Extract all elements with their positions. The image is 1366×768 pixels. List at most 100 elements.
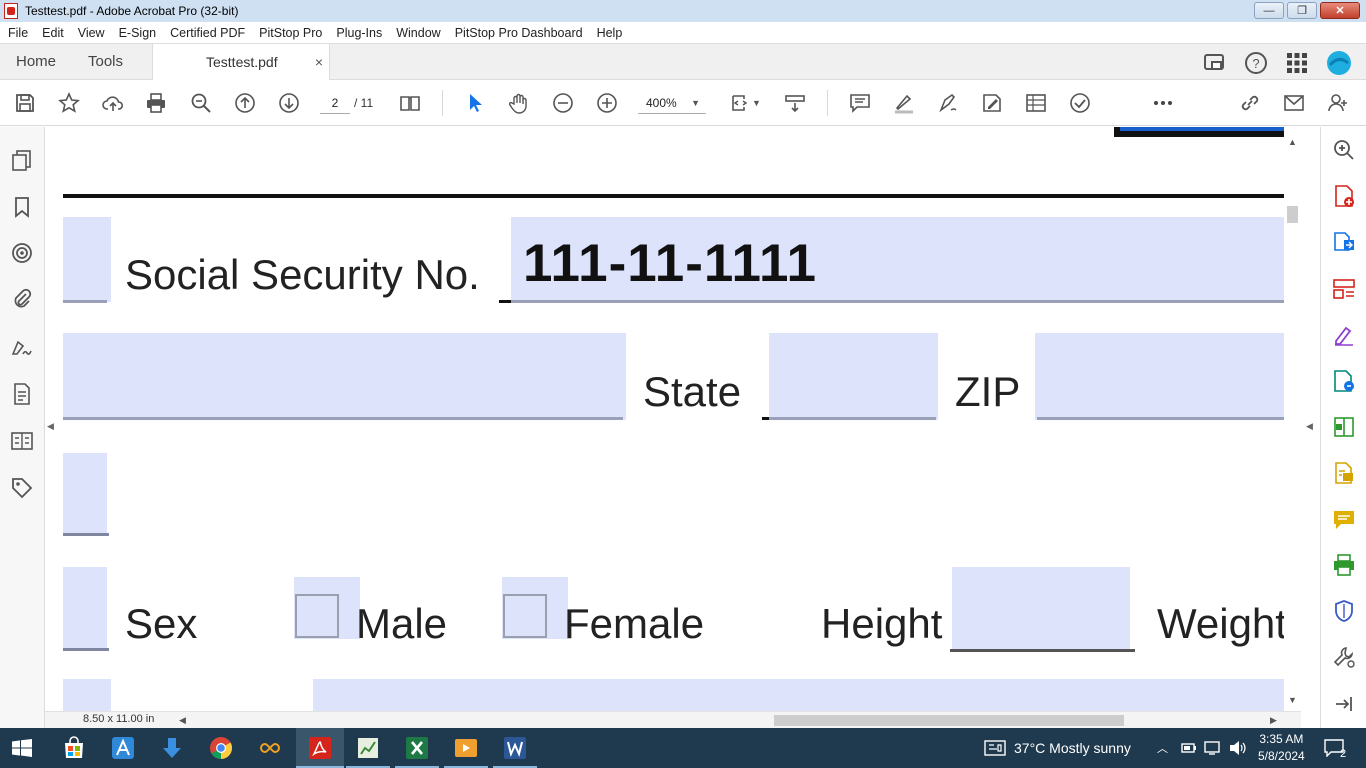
combine-files-icon[interactable] [1332,461,1356,485]
menu-pitstop-pro[interactable]: PitStop Pro [259,26,322,40]
organize-pages-icon[interactable] [1332,277,1356,301]
help-icon[interactable]: ? [1244,51,1268,75]
verify-check-icon[interactable] [1068,91,1092,115]
restore-button[interactable]: ❐ [1287,2,1317,19]
attachments-icon[interactable] [10,287,34,311]
tab-home[interactable]: Home [16,44,56,80]
zip-field[interactable] [1035,333,1284,420]
menu-file[interactable]: File [8,26,28,40]
height-field[interactable] [952,567,1130,652]
export-pdf-icon[interactable] [1332,230,1356,254]
collapse-left-panel-icon[interactable]: ◀ [47,421,54,432]
acrobat-taskbar-icon[interactable] [308,736,332,760]
zoom-search-icon[interactable] [189,91,213,115]
create-pdf-icon[interactable] [1332,184,1356,208]
media-player-icon[interactable] [454,736,478,760]
search-zoom-icon[interactable] [1332,138,1356,162]
comment-tool-icon[interactable] [1332,508,1356,532]
form-field-partial[interactable] [63,567,107,651]
bookmarks-icon[interactable] [10,195,34,219]
scroll-down-icon[interactable]: ▼ [1288,695,1297,705]
fit-page-icon[interactable] [729,91,753,115]
previous-page-icon[interactable] [233,91,257,115]
form-field-partial[interactable] [63,217,111,302]
menu-pitstop-dashboard[interactable]: PitStop Pro Dashboard [455,26,583,40]
edit-pdf-icon[interactable] [1332,369,1356,393]
collapse-right-panel-icon[interactable]: ◀ [1306,421,1313,432]
select-cursor-icon[interactable] [463,91,487,115]
minimize-button[interactable]: — [1254,2,1284,19]
form-field-partial[interactable] [63,679,111,711]
signatures-icon[interactable] [10,335,34,359]
female-checkbox[interactable] [503,594,547,638]
menu-view[interactable]: View [78,26,105,40]
next-page-icon[interactable] [277,91,301,115]
battery-icon[interactable] [1181,740,1197,756]
windows-start-icon[interactable] [12,739,32,757]
microsoft-store-icon[interactable] [62,736,86,760]
menu-edit[interactable]: Edit [42,26,64,40]
comment-icon[interactable] [848,91,872,115]
more-tools-wrench-icon[interactable] [1332,645,1356,669]
state-field[interactable] [769,333,938,420]
horizontal-scroll-thumb[interactable] [774,715,1124,726]
system-clock[interactable]: 3:35 AM 5/8/2024 [1258,731,1305,765]
form-fields-icon[interactable] [1024,91,1048,115]
add-user-icon[interactable] [1326,91,1350,115]
menu-window[interactable]: Window [396,26,440,40]
show-hidden-icons-icon[interactable]: ︿ [1157,728,1168,768]
fill-sign-icon[interactable] [1332,323,1356,347]
email-icon[interactable] [1282,91,1306,115]
word-icon[interactable] [503,736,527,760]
protect-shield-icon[interactable] [1332,599,1356,623]
user-avatar-icon[interactable] [1326,50,1352,76]
scroll-mode-icon[interactable] [783,91,807,115]
bookmark-star-icon[interactable] [57,91,81,115]
draw-pen-icon[interactable] [936,91,960,115]
volume-icon[interactable] [1228,739,1246,757]
pitstop-app-icon[interactable] [111,736,135,760]
more-tools-icon[interactable] [1151,91,1175,115]
chart-app-icon[interactable] [356,736,380,760]
menu-help[interactable]: Help [597,26,623,40]
vertical-scrollbar[interactable]: ▲ ▼ [1284,127,1301,711]
zoom-out-icon[interactable] [551,91,575,115]
network-icon[interactable] [1204,740,1222,756]
close-tab-icon[interactable]: × [315,44,323,80]
weather-widget[interactable]: 37°C Mostly sunny [984,728,1131,768]
page-number-input[interactable]: 2 [320,92,350,114]
city-field[interactable] [63,333,626,420]
menu-certified-pdf[interactable]: Certified PDF [170,26,245,40]
tab-tools[interactable]: Tools [88,44,123,80]
compare-icon[interactable] [1332,415,1356,439]
compare-files-icon[interactable] [10,429,34,453]
document-page-icon[interactable] [10,382,34,406]
menu-esign[interactable]: E-Sign [119,26,157,40]
share-link-icon[interactable] [1238,91,1262,115]
upload-cloud-icon[interactable] [101,91,125,115]
fit-dropdown-icon[interactable]: ▼ [752,98,761,108]
menu-plug-ins[interactable]: Plug-Ins [336,26,382,40]
zoom-in-icon[interactable] [595,91,619,115]
highlight-pen-icon[interactable] [892,91,916,115]
ssn-value[interactable]: 111-11-1111 [523,237,817,290]
form-field-partial[interactable] [313,679,1284,711]
share-screen-icon[interactable] [1202,52,1226,74]
scroll-left-icon[interactable]: ◀ [179,715,186,726]
print-production-icon[interactable] [1332,553,1356,577]
apps-grid-icon[interactable] [1286,52,1308,74]
hand-tool-icon[interactable] [507,91,531,115]
infinity-app-icon[interactable] [258,736,282,760]
form-field-partial[interactable] [63,453,107,536]
page-view-icon[interactable] [398,91,422,115]
print-icon[interactable] [144,91,168,115]
close-window-button[interactable]: ✕ [1320,2,1360,19]
layers-target-icon[interactable] [10,241,34,265]
collapse-tools-icon[interactable] [1332,692,1356,716]
edit-text-icon[interactable] [980,91,1004,115]
downloads-arrow-icon[interactable] [160,736,184,760]
male-checkbox[interactable] [295,594,339,638]
vertical-scroll-thumb[interactable] [1287,206,1298,223]
scroll-up-icon[interactable]: ▲ [1288,137,1297,147]
page-thumbnails-icon[interactable] [10,148,34,172]
